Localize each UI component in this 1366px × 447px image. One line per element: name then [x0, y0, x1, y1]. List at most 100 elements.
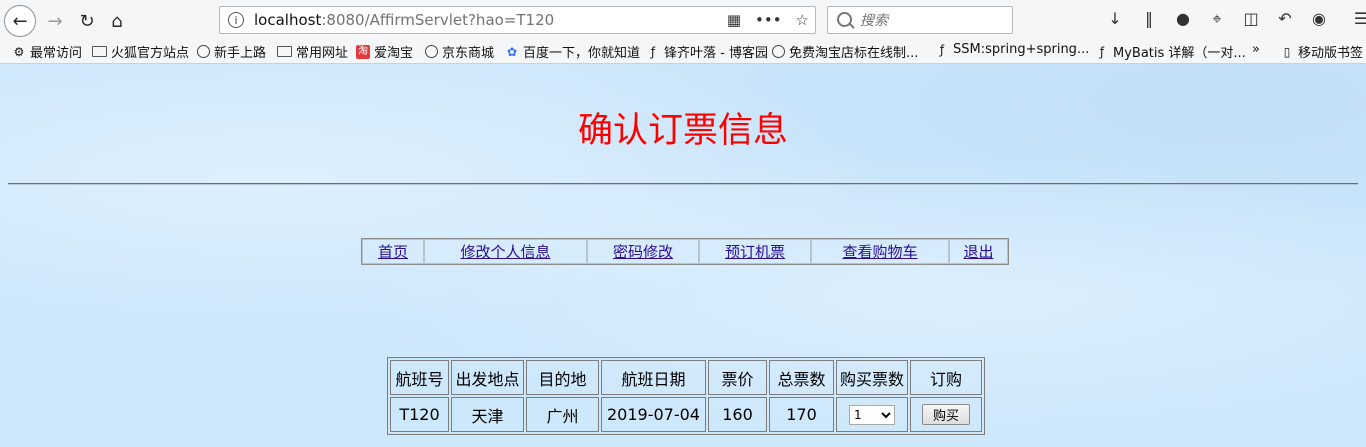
bookmark-item[interactable]: ƒ MyBatis 详解（一对...: [1095, 42, 1246, 62]
nav-link-home[interactable]: 首页: [378, 243, 408, 261]
globe-icon: [772, 45, 785, 58]
bookmark-item[interactable]: ▯ 移动版书签: [1280, 42, 1364, 62]
nav-link-edit-profile[interactable]: 修改个人信息: [460, 243, 550, 261]
search-input[interactable]: [858, 10, 1012, 32]
nav-link-change-password[interactable]: 密码修改: [613, 243, 673, 261]
bookmark-label: SSM:spring+spring...: [953, 42, 1090, 57]
arrow-right-icon: →: [47, 10, 63, 32]
blog-icon: ƒ: [939, 42, 945, 57]
library-icon[interactable]: ‖: [1139, 9, 1159, 29]
bookmark-label: 最常访问: [30, 46, 83, 61]
bookmark-item[interactable]: 常用网址: [277, 42, 348, 61]
column-header: 航班号: [390, 360, 449, 395]
address-bar[interactable]: i localhost:8080/AffirmServlet?hao=T120 …: [219, 6, 816, 34]
blog-icon: ƒ: [1099, 44, 1105, 59]
ticket-table: 航班号 出发地点 目的地 航班日期 票价 总票数 购买票数 订购 T120 天津…: [387, 357, 985, 435]
globe-icon: [197, 45, 210, 58]
more-bookmarks-button[interactable]: »: [1252, 42, 1260, 57]
nav-cell: 退出: [949, 239, 1008, 264]
chat-icon[interactable]: ●: [1173, 9, 1193, 29]
search-box[interactable]: [827, 6, 1013, 34]
info-icon[interactable]: i: [228, 12, 244, 28]
bookmark-item[interactable]: ✿ 百度一下，你就知道: [505, 42, 641, 62]
bookmark-item[interactable]: ƒ 锋齐叶落 - 博客园: [646, 42, 768, 62]
home-button[interactable]: ⌂: [102, 6, 132, 36]
destination: 广州: [526, 397, 599, 432]
reload-icon: ↻: [79, 10, 95, 32]
bookmark-label: MyBatis 详解（一对...: [1113, 46, 1246, 61]
chevrons-right-icon: »: [1252, 42, 1260, 57]
bookmark-label: 常用网址: [296, 46, 349, 61]
reader-view-icon[interactable]: ◫: [1241, 9, 1261, 29]
url-path: :8080/AffirmServlet?hao=T120: [321, 11, 555, 29]
toolbar-icons: ↓ ‖ ● ⌖ ◫ ↶ ◉ ☰: [1105, 9, 1366, 29]
bookmark-label: 移动版书签: [1298, 46, 1364, 61]
bookmark-item[interactable]: 火狐官方站点: [92, 42, 189, 61]
gear-icon: ⚙: [13, 44, 25, 59]
buy-cell: 购买: [910, 397, 982, 432]
nav-cell: 首页: [362, 239, 424, 264]
globe-icon: [425, 45, 438, 58]
bookmark-item[interactable]: 免费淘宝店标在线制...: [772, 42, 918, 61]
buy-button[interactable]: 购买: [922, 404, 970, 425]
bookmark-label: 火狐官方站点: [111, 46, 190, 61]
bookmark-label: 免费淘宝店标在线制...: [789, 46, 919, 61]
nav-link-view-cart[interactable]: 查看购物车: [842, 243, 917, 261]
nav-link-book-flight[interactable]: 预订机票: [725, 243, 785, 261]
navigation-toolbar: ← → ↻ ⌂ i localhost:8080/AffirmServlet?h…: [0, 0, 1366, 40]
bookmark-item[interactable]: ⚙ 最常访问: [12, 42, 83, 62]
table-row: T120 天津 广州 2019-07-04 160 170 1 购买: [390, 397, 982, 432]
flight-number: T120: [390, 397, 449, 432]
url-host: localhost: [254, 11, 322, 29]
main-nav: 首页 修改个人信息 密码修改 预订机票 查看购物车 退出: [361, 238, 1009, 265]
crop-icon[interactable]: ⌖: [1207, 9, 1227, 29]
table-header-row: 航班号 出发地点 目的地 航班日期 票价 总票数 购买票数 订购: [390, 360, 982, 395]
column-header: 目的地: [526, 360, 599, 395]
bookmark-item[interactable]: ƒ SSM:spring+spring...: [935, 42, 1089, 57]
blog-icon: ƒ: [650, 44, 656, 59]
bookmark-item[interactable]: 新手上路: [197, 42, 266, 61]
reload-button[interactable]: ↻: [72, 6, 102, 36]
qr-code-icon[interactable]: ▦: [727, 11, 741, 29]
home-icon: ⌂: [111, 10, 123, 32]
column-header: 票价: [708, 360, 767, 395]
bookmark-item[interactable]: 京东商城: [425, 42, 494, 61]
undo-icon[interactable]: ↶: [1275, 9, 1295, 29]
forward-button[interactable]: →: [40, 6, 70, 36]
bookmark-label: 百度一下，你就知道: [523, 46, 641, 61]
bookmark-label: 新手上路: [214, 46, 267, 61]
page-content: 确认订票信息 首页 修改个人信息 密码修改 预订机票 查看购物车 退出 航班号 …: [0, 64, 1366, 447]
nav-cell: 密码修改: [587, 239, 699, 264]
total-tickets: 170: [769, 397, 834, 432]
bookmark-label: 锋齐叶落 - 博客园: [664, 46, 768, 61]
quantity-cell: 1: [836, 397, 908, 432]
departure: 天津: [451, 397, 524, 432]
column-header: 购买票数: [836, 360, 908, 395]
quantity-select[interactable]: 1: [849, 405, 895, 425]
flight-date: 2019-07-04: [601, 397, 706, 432]
bookmark-item[interactable]: 淘爱淘宝: [356, 42, 413, 61]
paw-icon: ✿: [506, 44, 518, 59]
folder-icon: [92, 46, 107, 57]
account-icon[interactable]: ◉: [1309, 9, 1329, 29]
folder-icon: [277, 46, 292, 57]
nav-cell: 修改个人信息: [424, 239, 587, 264]
column-header: 出发地点: [451, 360, 524, 395]
more-actions-icon[interactable]: •••: [755, 11, 782, 29]
bookmark-label: 爱淘宝: [374, 46, 414, 61]
arrow-left-icon: ←: [12, 10, 28, 32]
bookmark-star-icon[interactable]: ☆: [796, 11, 809, 29]
column-header: 航班日期: [601, 360, 706, 395]
menu-icon[interactable]: ☰: [1351, 9, 1366, 29]
back-button[interactable]: ←: [4, 5, 36, 37]
column-header: 总票数: [769, 360, 834, 395]
taobao-icon: 淘: [356, 44, 370, 59]
download-icon[interactable]: ↓: [1105, 9, 1125, 29]
search-icon: [837, 12, 852, 27]
page-title: 确认订票信息: [577, 111, 788, 151]
ticket-price: 160: [708, 397, 767, 432]
nav-link-logout[interactable]: 退出: [963, 243, 993, 261]
bookmarks-toolbar: ⚙ 最常访问 火狐官方站点 新手上路 常用网址 淘爱淘宝 京东商城 ✿ 百度一下，你…: [0, 40, 1366, 62]
url-text[interactable]: localhost:8080/AffirmServlet?hao=T120: [254, 11, 554, 29]
horizontal-divider: [8, 183, 1358, 185]
